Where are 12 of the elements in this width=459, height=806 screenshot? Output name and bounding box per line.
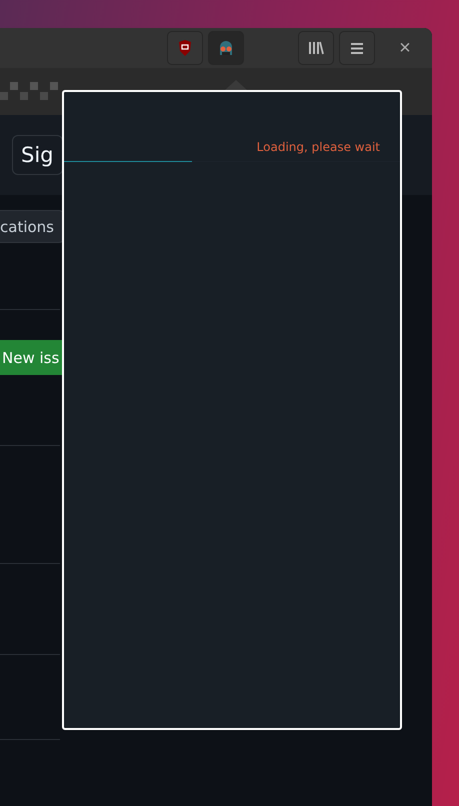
close-button[interactable]: × bbox=[390, 36, 420, 60]
blurred-url-drawing bbox=[0, 82, 60, 102]
sign-in-button[interactable]: Sig bbox=[12, 135, 62, 175]
library-button[interactable] bbox=[298, 31, 334, 65]
library-icon bbox=[308, 41, 324, 55]
extension-button[interactable] bbox=[208, 31, 244, 65]
notifications-button[interactable]: cations bbox=[0, 210, 65, 243]
mascot-icon bbox=[217, 39, 235, 57]
shield-icon bbox=[178, 40, 192, 56]
menu-button[interactable] bbox=[339, 31, 375, 65]
menu-icon bbox=[351, 42, 363, 54]
loading-message: Loading, please wait bbox=[256, 140, 380, 154]
